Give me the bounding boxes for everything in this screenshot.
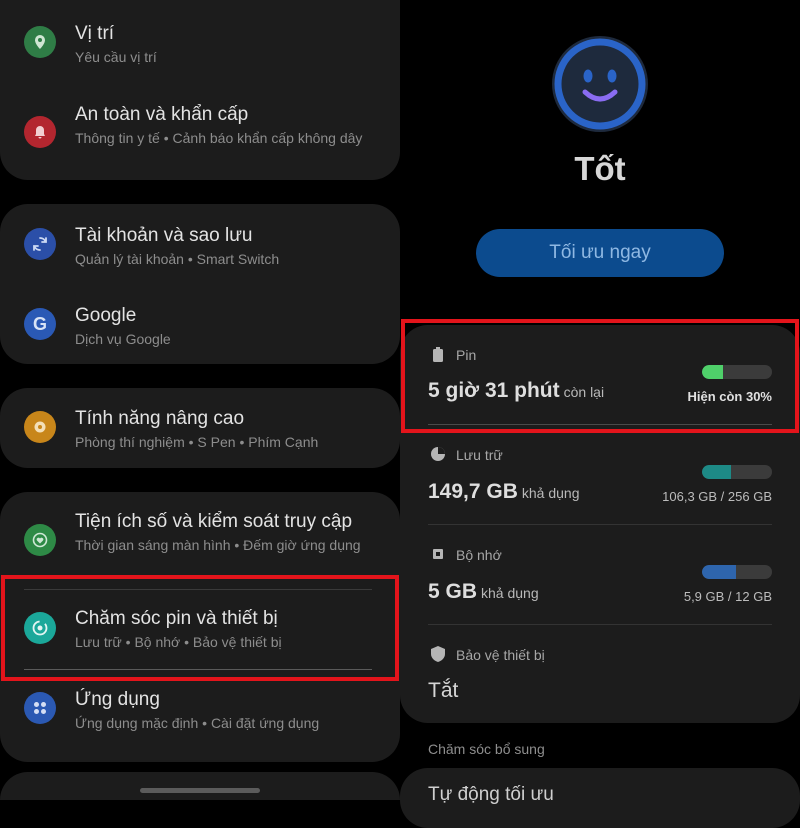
settings-item-title: Tiện ích số và kiểm soát truy cập: [75, 511, 353, 532]
settings-item-safety[interactable]: An toàn và khẩn cấp Thông tin y tế • Cản…: [0, 92, 400, 170]
memory-usage-fill: [702, 565, 737, 579]
settings-item-title: Tính năng nâng cao: [75, 408, 245, 429]
settings-item-subtitle: Phòng thí nghiệm • S Pen • Phím Cạnh: [75, 434, 319, 450]
settings-item-title: Vị trí: [75, 23, 115, 44]
settings-item-wellbeing[interactable]: Tiện ích số và kiểm soát truy cập Thời g…: [0, 500, 400, 578]
settings-item-advanced[interactable]: Tính năng nâng cao Phòng thí nghiệm • S …: [0, 397, 400, 475]
storage-label: Lưu trữ: [456, 447, 503, 463]
gear-plus-icon: [24, 411, 56, 443]
settings-item-title: An toàn và khẩn cấp: [75, 104, 249, 125]
apps-grid-icon: [24, 692, 56, 724]
auto-optimize-title: Tự động tối ưu: [428, 784, 554, 805]
memory-suffix: khả dụng: [481, 585, 539, 601]
storage-value: 149,7 GB: [428, 480, 518, 503]
storage-pie-icon: [431, 447, 445, 461]
status-smiley-icon: [552, 36, 648, 132]
device-status-text: Tốt: [574, 150, 626, 187]
memory-usage-text: 5,9 GB / 12 GB: [683, 589, 772, 604]
settings-item-subtitle: Quản lý tài khoản • Smart Switch: [75, 251, 280, 267]
settings-item-subtitle: Yêu cầu vị trí: [75, 49, 157, 65]
divider: [428, 624, 772, 625]
memory-label: Bộ nhớ: [456, 547, 502, 563]
shield-icon: [431, 646, 445, 662]
sync-icon: [24, 228, 56, 260]
settings-item-location[interactable]: Vị trí Yêu cầu vị trí: [0, 0, 400, 78]
protection-section[interactable]: Bảo vệ thiết bị Tắt: [400, 630, 800, 720]
storage-section[interactable]: Lưu trữ 149,7 GB khả dụng 106,3 GB / 256 …: [400, 430, 800, 525]
settings-item-subtitle: Thông tin y tế • Cảnh báo khẩn cấp không…: [75, 130, 363, 146]
memory-value: 5 GB: [428, 580, 478, 603]
memory-usage-bar: [702, 565, 772, 579]
settings-item-accounts[interactable]: Tài khoản và sao lưu Quản lý tài khoản •…: [0, 214, 400, 292]
settings-item-apps[interactable]: Ứng dụng Ứng dụng mặc định • Cài đặt ứng…: [0, 676, 400, 754]
alert-bell-icon: [24, 116, 56, 148]
settings-item-subtitle: Ứng dụng mặc định • Cài đặt ứng dụng: [75, 715, 320, 731]
memory-chip-icon: [433, 549, 443, 559]
settings-item-google[interactable]: G Google Dịch vụ Google: [0, 294, 400, 372]
settings-card-next: [0, 772, 400, 800]
storage-usage-bar: [702, 465, 772, 479]
settings-item-title: Tài khoản và sao lưu: [75, 225, 253, 246]
memory-available: 5 GB khả dụng: [428, 580, 539, 604]
settings-item-subtitle: Thời gian sáng màn hình • Đếm giờ ứng dụ…: [75, 537, 361, 553]
settings-item-title: Google: [75, 305, 137, 326]
highlight-box: [1, 575, 399, 681]
storage-suffix: khả dụng: [521, 485, 580, 501]
heart-circle-icon: [24, 524, 56, 556]
google-icon: G: [24, 308, 56, 340]
divider: [428, 524, 772, 525]
highlight-box: [401, 319, 799, 433]
additional-care-label: Chăm sóc bổ sung: [428, 741, 545, 757]
settings-item-subtitle: Dịch vụ Google: [75, 331, 171, 347]
location-pin-icon: [24, 26, 56, 58]
memory-section[interactable]: Bộ nhớ 5 GB khả dụng 5,9 GB / 12 GB: [400, 530, 800, 625]
protection-label: Bảo vệ thiết bị: [456, 647, 545, 663]
scroll-indicator: [140, 788, 260, 793]
optimize-now-button[interactable]: Tối ưu ngay: [476, 229, 724, 277]
storage-available: 149,7 GB khả dụng: [428, 480, 580, 504]
settings-item-title: Ứng dụng: [75, 689, 160, 710]
protection-value: Tắt: [428, 679, 459, 702]
storage-usage-text: 106,3 GB / 256 GB: [662, 489, 772, 504]
storage-usage-fill: [702, 465, 732, 479]
